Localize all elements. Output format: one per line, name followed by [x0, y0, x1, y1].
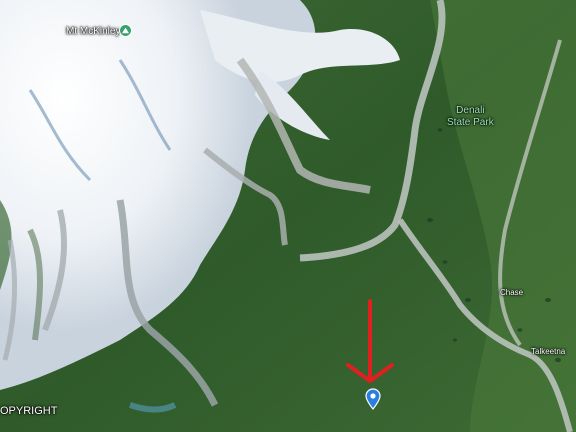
satellite-terrain	[0, 0, 576, 432]
park-label-line2: State Park	[447, 116, 494, 128]
down-arrow-icon	[346, 299, 394, 383]
location-pin-icon[interactable]	[364, 388, 382, 410]
town-label-talkeetna[interactable]: Talkeetna	[531, 348, 565, 356]
park-label-line1: Denali	[456, 105, 485, 116]
satellite-map[interactable]: Mt McKinley Denali State Park Chase Talk…	[0, 0, 576, 432]
park-label[interactable]: Denali State Park	[447, 105, 494, 128]
peak-label[interactable]: Mt McKinley	[66, 27, 120, 37]
town-label-chase[interactable]: Chase	[500, 289, 523, 297]
copyright-text: OPYRIGHT	[0, 405, 58, 417]
mountain-peak-icon[interactable]	[119, 24, 132, 37]
